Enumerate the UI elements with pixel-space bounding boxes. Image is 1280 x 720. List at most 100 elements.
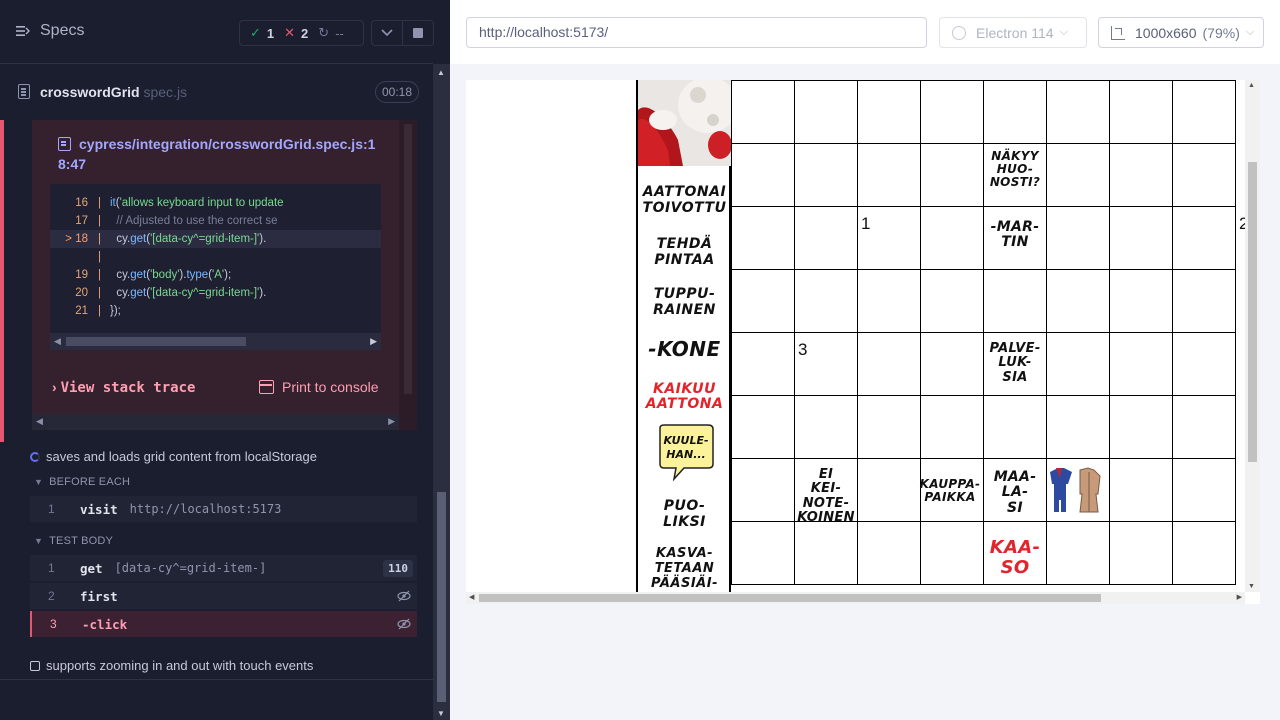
chevron-down-icon — [381, 29, 393, 37]
grid-cell[interactable] — [1046, 206, 1110, 270]
spec-duration: 00:18 — [375, 81, 420, 103]
grid-cell[interactable] — [857, 332, 921, 396]
santa-image — [638, 80, 731, 166]
grid-cell[interactable] — [1046, 269, 1110, 333]
grid-cell[interactable] — [1172, 521, 1236, 585]
print-to-console-button[interactable]: Print to console — [259, 379, 379, 395]
grid-cell[interactable] — [920, 395, 984, 459]
grid-cell[interactable] — [920, 269, 984, 333]
grid-cell[interactable] — [1172, 332, 1236, 396]
clue-text: PUO- LIKSI — [663, 498, 706, 530]
grid-cell[interactable] — [794, 395, 858, 459]
grid-cell[interactable] — [857, 143, 921, 207]
grid-cell[interactable] — [857, 269, 921, 333]
url-field[interactable]: http://localhost:5173/ — [466, 17, 927, 48]
menu-icon — [16, 26, 30, 36]
stats-summary: ✓ 1 ✕ 2 ↻ -- — [239, 20, 364, 46]
grid-cell[interactable] — [1172, 458, 1236, 522]
grid-cell[interactable] — [857, 458, 921, 522]
test-saves-and-loads[interactable]: saves and loads grid content from localS… — [30, 449, 317, 464]
grid-cell[interactable] — [857, 521, 921, 585]
aut-iframe: AATTONAI TOIVOTTU TEHDÄ PINTAA TUPPU- RAINE… — [466, 80, 1260, 604]
test-supports-zooming[interactable]: supports zooming in and out with touch e… — [30, 658, 313, 673]
cell-number: 3 — [798, 340, 808, 359]
grid-cell[interactable] — [794, 206, 858, 270]
grid-cell[interactable] — [857, 395, 921, 459]
grid-cell[interactable] — [1109, 395, 1173, 459]
grid-cell[interactable] — [1109, 80, 1173, 144]
code-line: 17 | // Adjusted to use the correct se — [75, 215, 278, 227]
grid-cell[interactable] — [1046, 521, 1110, 585]
chevron-down-icon: ▼ — [34, 477, 44, 487]
grid-cell[interactable] — [983, 395, 1047, 459]
grid-cell[interactable] — [731, 80, 795, 144]
error-scrollbar[interactable] — [399, 120, 417, 430]
grid-cell[interactable] — [983, 80, 1047, 144]
frame-horizontal-scrollbar[interactable]: ◀ ▶ — [466, 592, 1245, 604]
grid-cell[interactable] — [731, 332, 795, 396]
grid-cell[interactable] — [794, 521, 858, 585]
code-line-highlighted: > 18 | cy.get('[data-cy^=grid-item-]'). — [50, 230, 381, 248]
cell-clue: KAUPPA- PAIKKA — [919, 477, 981, 505]
viewport-selector[interactable]: 1000x660 (79%) ⌵ — [1098, 17, 1264, 48]
spec-file-row[interactable]: crosswordGrid spec.js 00:18 — [0, 65, 433, 119]
command-row-failed[interactable]: 3 -click — [30, 611, 417, 637]
grid-cell[interactable] — [983, 269, 1047, 333]
stop-button[interactable] — [402, 20, 434, 46]
grid-cell[interactable] — [920, 521, 984, 585]
grid-cell[interactable] — [1109, 458, 1173, 522]
view-stack-trace-link[interactable]: › View stack trace — [52, 379, 195, 396]
grid-cell[interactable] — [1109, 521, 1173, 585]
grid-cell[interactable] — [920, 206, 984, 270]
code-line: 19 | cy.get('body').type('A'); — [75, 269, 232, 281]
grid-cell[interactable] — [731, 458, 795, 522]
grid-cell[interactable] — [1109, 269, 1173, 333]
hook-test-body[interactable]: ▼ TEST BODY — [34, 535, 113, 547]
grid-cell[interactable] — [1046, 80, 1110, 144]
grid-cell[interactable] — [1172, 143, 1236, 207]
browser-icon — [952, 25, 966, 40]
grid-cell[interactable] — [1172, 206, 1236, 270]
grid-cell[interactable] — [794, 143, 858, 207]
clue-text: TUPPU- RAINEN — [653, 286, 716, 318]
grid-cell[interactable] — [920, 332, 984, 396]
cross-icon: ✕ — [284, 25, 296, 40]
crossword-grid: AATTONAI TOIVOTTU TEHDÄ PINTAA TUPPU- RAINE… — [636, 80, 1245, 592]
code-scrollbar[interactable]: ◀ ▶ — [50, 333, 381, 350]
grid-cell[interactable] — [1046, 143, 1110, 207]
frame-vertical-scrollbar[interactable]: ▲ ▼ — [1245, 80, 1260, 592]
running-spinner-icon — [30, 451, 40, 462]
grid-cell[interactable] — [857, 80, 921, 144]
clue-column: AATTONAI TOIVOTTU TEHDÄ PINTAA TUPPU- RAINE… — [636, 80, 731, 592]
failure-indicator — [0, 120, 4, 442]
hook-before-each[interactable]: ▼ BEFORE EACH — [34, 476, 130, 488]
specs-toggle[interactable]: Specs — [16, 22, 84, 40]
grid-cell[interactable] — [731, 269, 795, 333]
command-row[interactable]: 2 first — [30, 583, 417, 609]
grid-cell[interactable] — [794, 80, 858, 144]
grid-cell[interactable] — [920, 80, 984, 144]
grid-cell[interactable] — [1046, 395, 1110, 459]
expand-button[interactable] — [371, 20, 403, 46]
grid-cell[interactable] — [1109, 206, 1173, 270]
grid-cell[interactable] — [920, 143, 984, 207]
grid-cell[interactable] — [1046, 332, 1110, 396]
browser-selector[interactable]: Electron 114 ⌵ — [939, 17, 1087, 48]
grid-cell[interactable] — [1172, 80, 1236, 144]
grid-cell[interactable] — [731, 521, 795, 585]
grid-cell[interactable] — [731, 206, 795, 270]
console-icon — [259, 380, 274, 394]
grid-cell[interactable] — [794, 269, 858, 333]
grid-cell[interactable] — [731, 395, 795, 459]
grid-cell[interactable] — [1172, 269, 1236, 333]
error-file-link[interactable]: cypress/integration/crosswordGrid.spec.j… — [58, 134, 378, 174]
reporter-scrollbar[interactable]: ▲ ▼ — [433, 64, 450, 720]
pending-count: ↻ -- — [318, 25, 344, 41]
panel-scrollbar[interactable]: ◀ ▶ — [32, 414, 399, 430]
grid-cell[interactable] — [1109, 143, 1173, 207]
grid-cell[interactable] — [731, 143, 795, 207]
command-row[interactable]: 1 visit http://localhost:5173 — [30, 496, 417, 522]
command-row[interactable]: 1 get [data-cy^=grid-item-] 110 — [30, 555, 417, 581]
grid-cell[interactable] — [1172, 395, 1236, 459]
grid-cell[interactable] — [1109, 332, 1173, 396]
